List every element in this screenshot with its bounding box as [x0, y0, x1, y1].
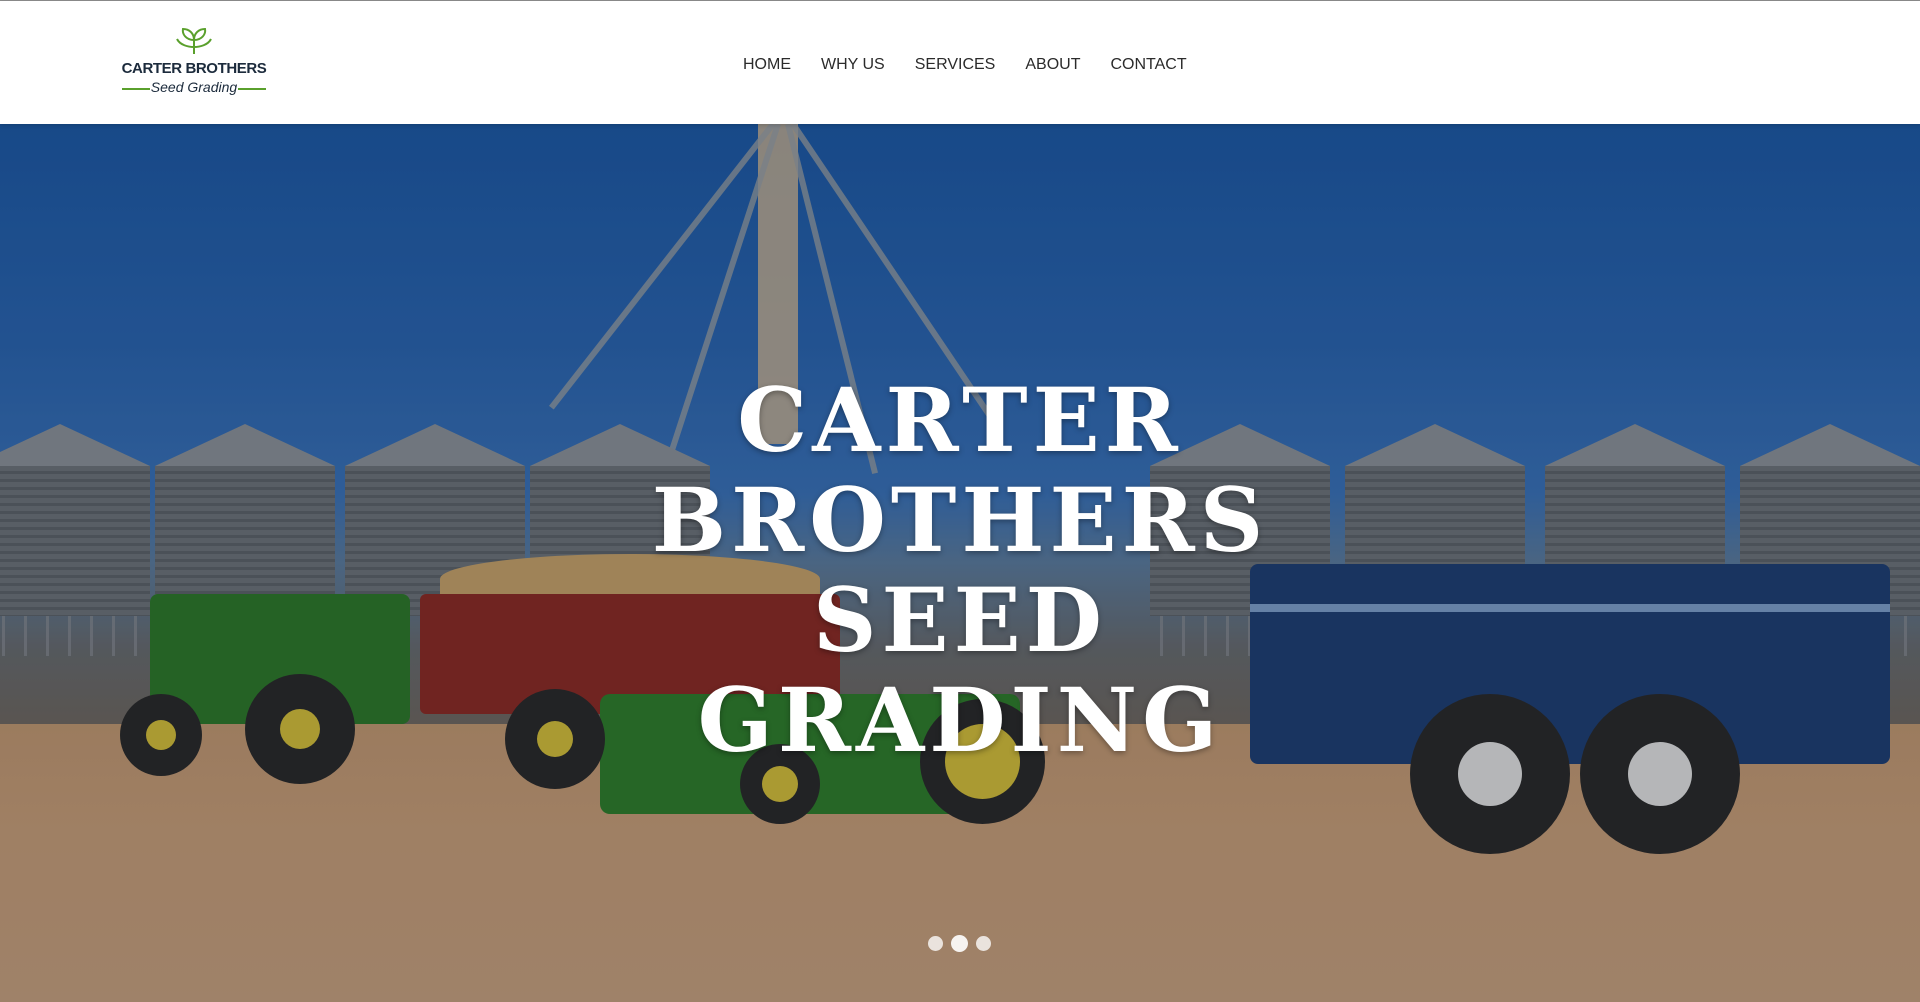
nav-services[interactable]: SERVICES	[915, 53, 996, 77]
logo-brand-name: CARTER BROTHERS	[121, 60, 267, 77]
slider-dot-3[interactable]	[976, 936, 991, 951]
logo-rule-right	[238, 88, 266, 90]
hero-title: CARTER BROTHERS SEED GRADING	[560, 370, 1360, 770]
hero-title-line: SEED	[812, 568, 1107, 672]
leaf-sprout-icon	[176, 27, 212, 54]
slider-dot-1[interactable]	[928, 936, 943, 951]
nav-why-us[interactable]: WHY US	[821, 53, 885, 77]
logo-tagline: Seed Grading	[150, 79, 238, 95]
hero-slider: CARTER BROTHERS SEED GRADING	[0, 124, 1920, 1002]
hero-title-line: BROTHERS	[651, 468, 1269, 572]
slider-dot-2[interactable]	[951, 935, 968, 952]
nav-about[interactable]: ABOUT	[1025, 53, 1080, 77]
site-header: CARTER BROTHERS Seed Grading HOME WHY US…	[0, 1, 1920, 124]
main-nav: HOME WHY US SERVICES ABOUT CONTACT	[743, 53, 1187, 77]
hero-title-line: CARTER	[737, 368, 1183, 472]
nav-home[interactable]: HOME	[743, 53, 791, 77]
slider-pagination	[928, 935, 991, 952]
site-logo[interactable]: CARTER BROTHERS Seed Grading	[120, 27, 268, 97]
nav-contact[interactable]: CONTACT	[1110, 53, 1186, 77]
hero-title-line: GRADING	[697, 668, 1223, 772]
